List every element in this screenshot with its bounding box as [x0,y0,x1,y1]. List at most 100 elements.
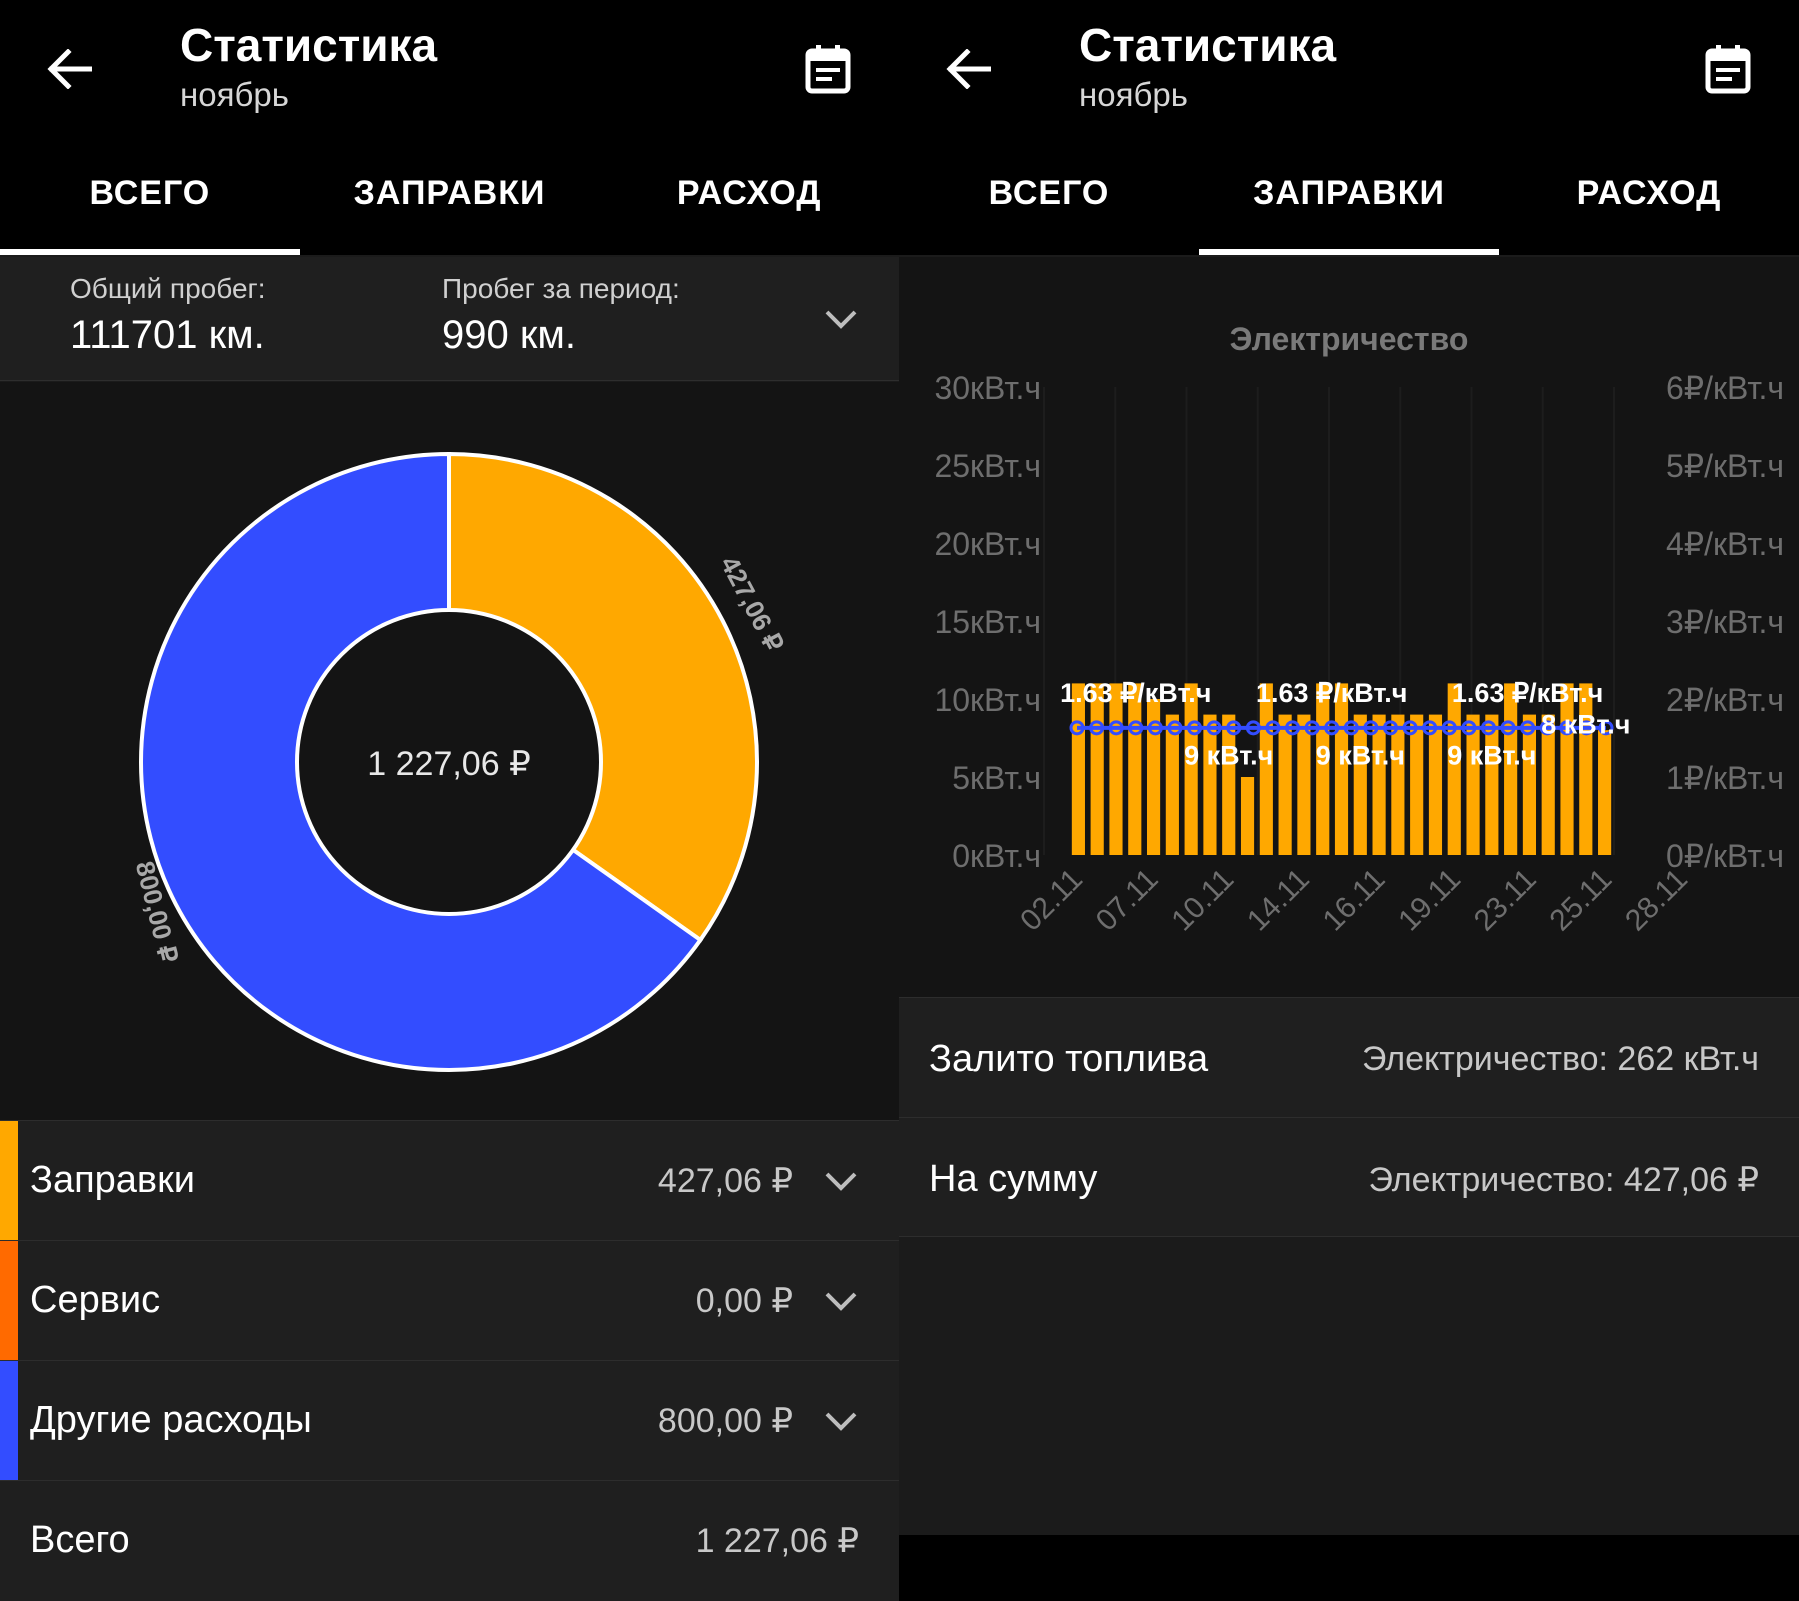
bar-24 [1522,714,1537,855]
mileage-summary[interactable]: Общий пробег: 111701 км. Пробег за перио… [0,257,899,381]
bar-7 [1203,714,1217,855]
bottom-bar [899,1535,1799,1601]
y-left-tick-label: 30кВт.ч [934,370,1041,406]
tab-refuels[interactable]: ЗАПРАВКИ [300,160,600,255]
y-left-tick-label: 15кВт.ч [934,604,1041,640]
sum-row: На сумму Электричество: 427,06 ₽ [899,1117,1799,1237]
electricity-chart: Электричество 0кВт.ч 5кВт.ч 10кВт.ч 15кВт.ч… [899,257,1799,997]
fuel-filled-value: Электричество: 262 кВт.ч [1361,1040,1759,1078]
donut-center-total: 1 227,06 ₽ [367,745,530,783]
mileage-expand-button[interactable] [819,297,863,341]
total-mileage-value: 111701 км. [70,313,265,357]
bar-17 [1391,714,1405,855]
chevron-down-icon [825,1412,857,1431]
x-tick-label: 07.11 [1090,863,1165,938]
x-tick-label: 23.11 [1468,863,1543,938]
bar-22 [1485,714,1499,855]
x-tick-label: 16.11 [1317,863,1392,938]
y-right-tick-label: 2₽/кВт.ч [1666,682,1784,718]
x-tick-label: 10.11 [1165,863,1240,938]
bar-21 [1466,714,1480,855]
app-header: Статистика ноябрь ВСЕГО ЗАПРАВКИ РАСХОД [899,0,1799,255]
y-right-tick-label: 4₽/кВт.ч [1666,526,1784,562]
fuel-filled-label: Залито топлива [929,1038,1209,1080]
category-amount: 427,06 ₽ [657,1162,793,1200]
bar-3 [1128,683,1142,855]
period-mileage-label: Пробег за период: [442,273,680,304]
sum-value: Электричество: 427,06 ₽ [1368,1161,1759,1199]
expand-button[interactable] [819,1159,863,1203]
bar-12 [1297,714,1311,855]
category-row-other[interactable]: Другие расходы 800,00 ₽ [0,1360,899,1481]
chevron-down-icon [825,310,857,329]
total-row: Всего 1 227,06 ₽ [0,1480,899,1601]
tab-bar: ВСЕГО ЗАПРАВКИ РАСХОД [0,160,899,255]
y-right-tick-label: 0₽/кВт.ч [1666,838,1784,874]
bar-18 [1410,714,1424,855]
tab-refuels[interactable]: ЗАПРАВКИ [1199,160,1499,255]
bar-1 [1090,683,1104,855]
bar-19 [1428,714,1443,855]
chart-svg: Электричество 0кВт.ч 5кВт.ч 10кВт.ч 15кВт.ч… [934,321,1784,938]
arrow-left-icon [47,49,92,89]
tab-total[interactable]: ВСЕГО [899,160,1199,255]
chevron-down-icon [825,1292,857,1311]
tab-expenses[interactable]: РАСХОД [599,160,899,255]
category-name: Другие расходы [30,1399,312,1441]
category-row-service[interactable]: Сервис 0,00 ₽ [0,1240,899,1361]
bar-15 [1353,714,1367,855]
x-tick-label: 19.11 [1392,863,1467,938]
bar-11 [1278,714,1292,855]
y-right-tick-label: 3₽/кВт.ч [1666,604,1784,640]
y-left-tick-label: 25кВт.ч [934,448,1041,484]
kwh-data-label: 9 кВт.ч [1184,741,1273,771]
kwh-data-label: 9 кВт.ч [1316,741,1405,771]
category-amount: 0,00 ₽ [695,1282,793,1320]
total-label: Всего [30,1519,130,1561]
price-data-label: 1.63 ₽/кВт.ч [1452,678,1603,708]
bar-0 [1071,683,1085,855]
right-screen: Статистика ноябрь ВСЕГО ЗАПРАВКИ РАСХОД … [899,0,1799,1601]
x-tick-label: 14.11 [1241,863,1316,938]
page-title: Статистика [1079,19,1337,71]
tab-bar: ВСЕГО ЗАПРАВКИ РАСХОД [899,160,1799,255]
app-header: Статистика ноябрь ВСЕГО ЗАПРАВКИ РАСХОД [0,0,899,255]
category-name: Сервис [30,1279,161,1321]
category-row-refuels[interactable]: Заправки 427,06 ₽ [0,1120,899,1241]
calendar-button[interactable] [1693,34,1763,104]
y-left-tick-label: 5кВт.ч [952,760,1041,796]
back-button[interactable] [935,36,1001,102]
price-data-label: 1.63 ₽/кВт.ч [1256,678,1407,708]
bar-9 [1240,777,1255,855]
left-screen: Статистика ноябрь ВСЕГО ЗАПРАВКИ РАСХОД … [0,0,899,1601]
y-right-tick-label: 5₽/кВт.ч [1666,448,1784,484]
calendar-icon [805,45,851,94]
empty-content-area [899,1238,1799,1535]
tab-total[interactable]: ВСЕГО [0,160,300,255]
category-color-bar [0,1241,18,1361]
arrow-left-icon [946,49,991,89]
chart-title: Электричество [1230,321,1469,357]
kwh-data-label: 9 кВт.ч [1447,741,1536,771]
page-title: Статистика [180,19,438,71]
bar-28 [1598,730,1612,855]
calendar-button[interactable] [793,34,863,104]
y-right-tick-label: 1₽/кВт.ч [1666,760,1784,796]
y-left-tick-label: 20кВт.ч [934,526,1041,562]
expand-button[interactable] [819,1279,863,1323]
category-name: Заправки [30,1159,195,1201]
tab-expenses[interactable]: РАСХОД [1499,160,1799,255]
category-amount: 800,00 ₽ [657,1402,793,1440]
expense-donut-chart: 1 227,06 ₽ 427,06 ₽ 800,00 ₽ [0,382,899,1120]
bar-16 [1372,714,1386,855]
chevron-down-icon [825,1172,857,1191]
donut-svg: 1 227,06 ₽ 427,06 ₽ 800,00 ₽ [130,451,790,1072]
total-mileage-label: Общий пробег: [70,273,266,304]
back-button[interactable] [36,36,102,102]
expand-button[interactable] [819,1399,863,1443]
y-left-tick-label: 10кВт.ч [934,682,1041,718]
y-left-tick-label: 0кВт.ч [952,838,1041,874]
category-color-bar [0,1361,18,1481]
period-mileage-value: 990 км. [442,313,576,357]
bar-2 [1109,683,1123,855]
